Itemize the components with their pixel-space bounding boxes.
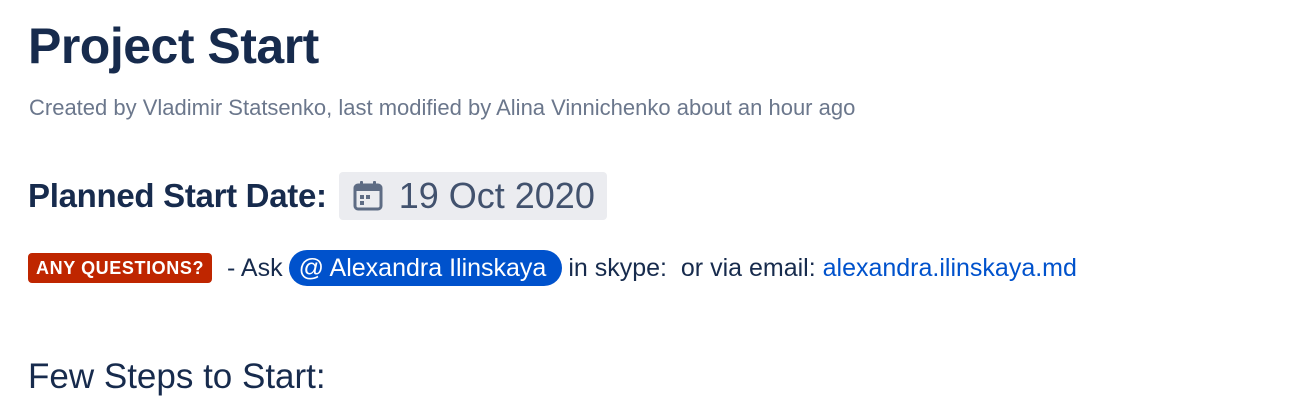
questions-row: ANY QUESTIONS? - Ask @ Alexandra Ilinska… [28, 249, 1077, 287]
contact-text: in skype: or via email: [568, 253, 823, 282]
page-title: Project Start [28, 18, 319, 74]
user-mention[interactable]: @ Alexandra Ilinskaya [288, 250, 563, 286]
planned-start-date-value: 19 Oct 2020 [398, 175, 595, 216]
calendar-icon [351, 179, 385, 213]
status-lozenge-any-questions: ANY QUESTIONS? [28, 253, 213, 283]
planned-start-date-row: Planned Start Date: 19 Oct 2020 [28, 172, 607, 220]
planned-start-date-label: Planned Start Date: [28, 177, 327, 214]
page-byline: Created by Vladimir Statsenko, last modi… [29, 95, 856, 120]
confluence-page: Project Start Created by Vladimir Statse… [0, 0, 1294, 402]
email-link[interactable]: alexandra.ilinskaya.md [823, 254, 1077, 283]
few-steps-heading: Few Steps to Start: [28, 357, 326, 396]
ask-text: - Ask [220, 253, 283, 282]
date-lozenge[interactable]: 19 Oct 2020 [338, 172, 607, 220]
